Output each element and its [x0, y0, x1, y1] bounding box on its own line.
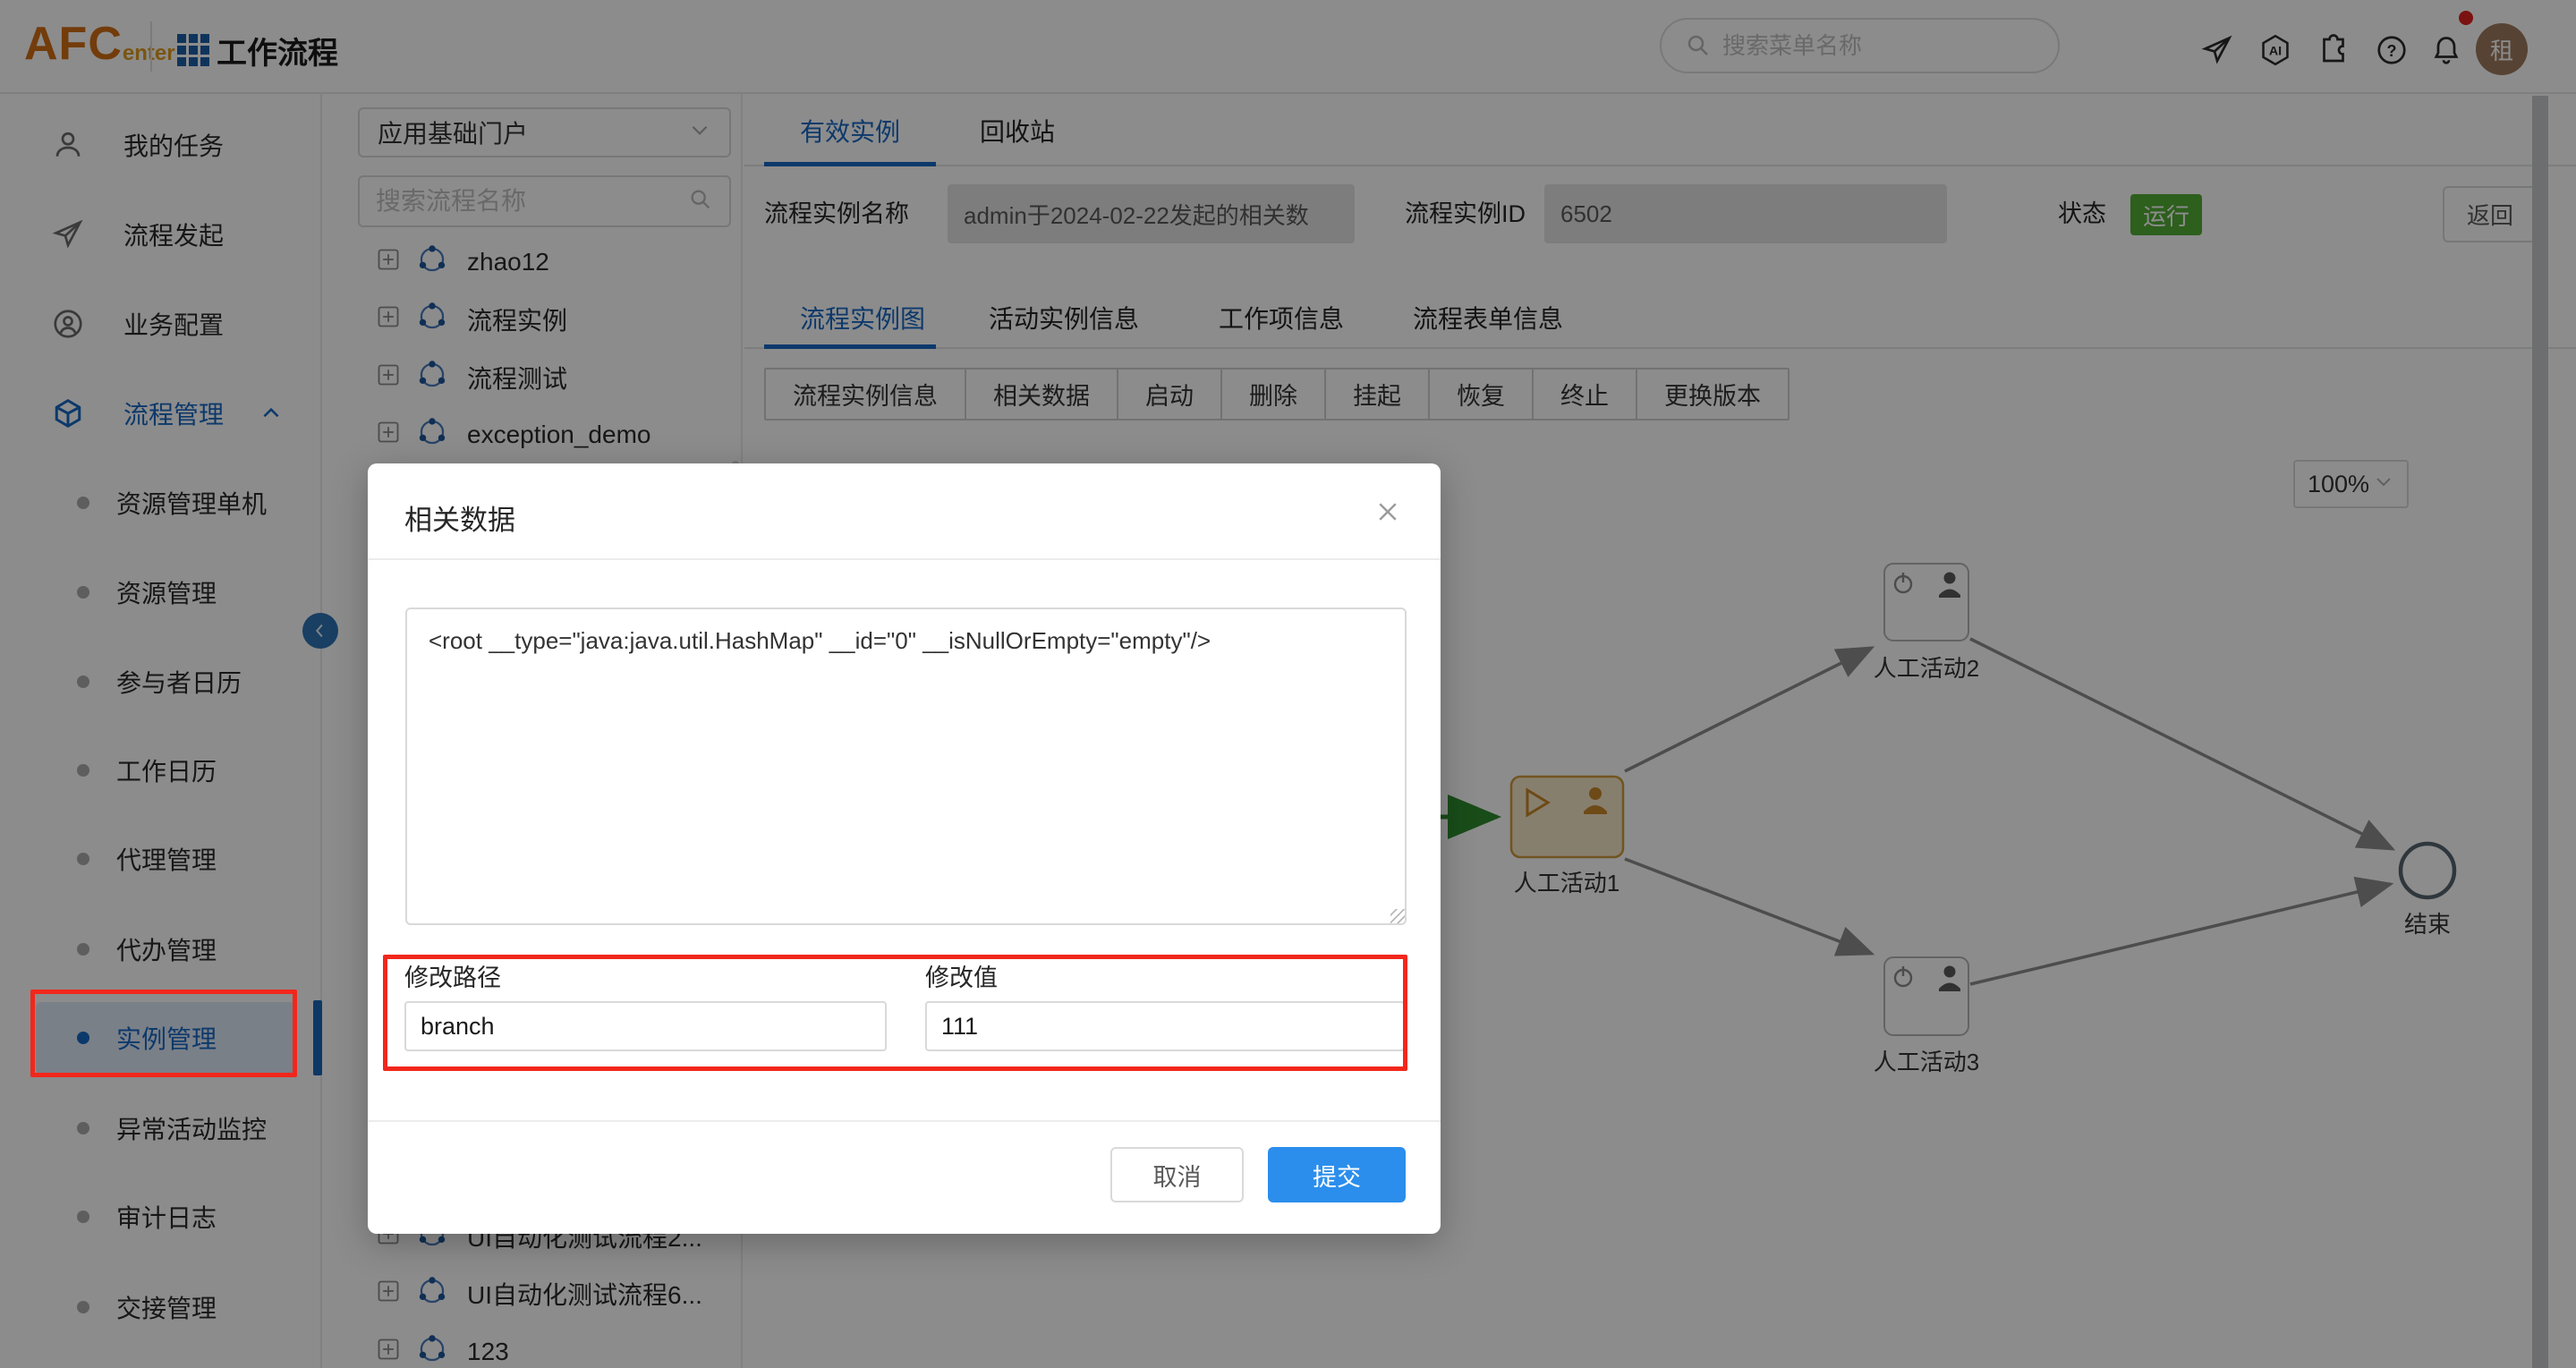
cancel-button-label: 取消 [1152, 1163, 1202, 1191]
submit-button-label: 提交 [1313, 1163, 1361, 1191]
textarea-resize-grip[interactable] [1390, 909, 1405, 923]
modal-header-divider [368, 558, 1441, 560]
submit-button[interactable]: 提交 [1268, 1147, 1406, 1202]
related-data-modal: 相关数据 <root __type="java:java.util.HashMa… [368, 463, 1441, 1234]
annotation-red-box-fields [383, 955, 1407, 1071]
related-data-xml-textarea[interactable]: <root __type="java:java.util.HashMap" __… [405, 608, 1407, 925]
cancel-button[interactable]: 取消 [1110, 1147, 1244, 1202]
modal-title: 相关数据 [404, 505, 515, 536]
app-root: AFC enter 工作流程 搜索菜单名称 AI ? 租 我的任务 流程发起 业… [0, 0, 2576, 1368]
modal-footer-divider [368, 1120, 1441, 1122]
annotation-red-box-sidebar [30, 990, 297, 1077]
close-icon[interactable] [1368, 492, 1407, 531]
